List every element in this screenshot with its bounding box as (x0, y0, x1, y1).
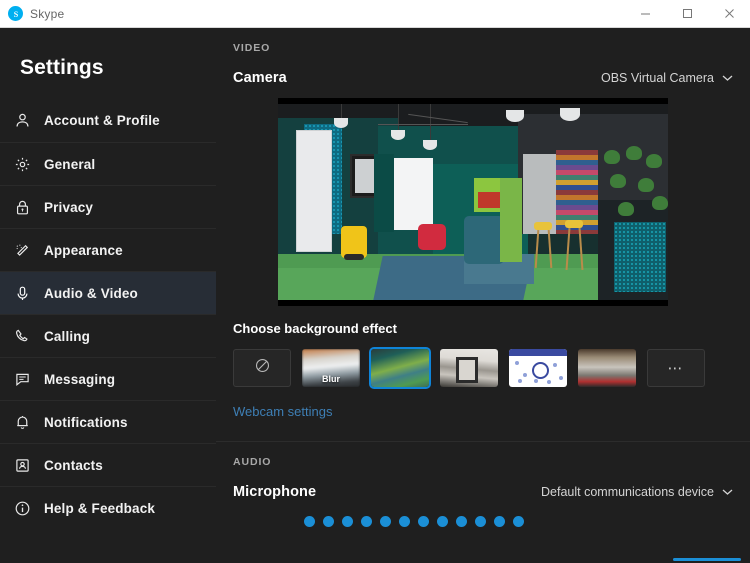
background-effect-more-button[interactable]: ⋯ (647, 349, 705, 387)
chevron-down-icon (722, 74, 733, 82)
camera-dropdown-value: OBS Virtual Camera (600, 71, 714, 85)
webcam-settings-link[interactable]: Webcam settings (216, 404, 750, 419)
mic-level-dot (494, 516, 505, 527)
video-section-label: VIDEO (233, 42, 271, 54)
microphone-dropdown[interactable]: Default communications device (541, 485, 733, 499)
mic-level-dot (323, 516, 334, 527)
background-effect-office[interactable] (371, 349, 429, 387)
volume-slider-track[interactable] (673, 558, 741, 561)
mic-level-dot (418, 516, 429, 527)
sidebar-item-label: Help & Feedback (44, 500, 156, 516)
sidebar-item-messaging[interactable]: Messaging (0, 357, 216, 400)
background-effect-snow[interactable] (509, 349, 567, 387)
sidebar-item-calling[interactable]: Calling (0, 314, 216, 357)
contact-card-icon (14, 457, 44, 474)
sidebar-item-privacy[interactable]: Privacy (0, 185, 216, 228)
person-icon (14, 112, 44, 129)
info-circle-icon (14, 500, 44, 517)
camera-label: Camera (233, 70, 287, 86)
mic-level-dot (475, 516, 486, 527)
chevron-down-icon (722, 488, 733, 496)
title-bar: S Skype (0, 0, 750, 28)
maximize-icon (682, 9, 692, 18)
sidebar-item-appearance[interactable]: Appearance (0, 228, 216, 271)
mic-level-dot (456, 516, 467, 527)
sidebar-item-label: Audio & Video (44, 285, 138, 301)
mic-level-dot (513, 516, 524, 527)
background-effect-blur-label: Blur (322, 374, 340, 384)
sidebar-item-label: Privacy (44, 199, 94, 215)
microphone-icon (14, 285, 44, 302)
background-effect-white-room[interactable] (440, 349, 498, 387)
settings-nav: Account & Profile General Privacy Appear… (0, 99, 216, 529)
sidebar-item-general[interactable]: General (0, 142, 216, 185)
no-effect-icon (254, 357, 271, 379)
sidebar-item-label: Account & Profile (44, 113, 160, 128)
background-effect-blur[interactable]: Blur (302, 349, 360, 387)
gear-icon (14, 156, 44, 173)
camera-preview-image (278, 104, 668, 300)
sidebar-item-label: General (44, 156, 96, 172)
sidebar-item-label: Calling (44, 328, 91, 344)
bell-icon (14, 414, 44, 431)
mic-level-dot (304, 516, 315, 527)
magic-wand-icon (14, 242, 44, 259)
sidebar-item-label: Appearance (44, 242, 123, 258)
audio-video-settings-panel: VIDEO Camera OBS Virtual Camera Choose b… (216, 28, 750, 563)
microphone-row: Microphone Default communications device (216, 484, 750, 500)
mic-level-dot (399, 516, 410, 527)
close-icon (724, 9, 734, 18)
sidebar-item-label: Contacts (44, 457, 103, 473)
more-dots-icon: ⋯ (667, 360, 685, 377)
window-title: Skype (30, 6, 65, 21)
settings-sidebar: Settings Account & Profile General Priva… (0, 28, 216, 563)
sidebar-item-contacts[interactable]: Contacts (0, 443, 216, 486)
chat-bubble-icon (14, 371, 44, 388)
microphone-level-meter (216, 516, 750, 527)
svg-text:S: S (13, 10, 18, 19)
sidebar-item-audio-video[interactable]: Audio & Video (0, 271, 216, 314)
microphone-label: Microphone (233, 484, 317, 500)
mic-level-dot (342, 516, 353, 527)
camera-row: Camera OBS Virtual Camera (216, 70, 750, 86)
mic-level-dot (361, 516, 372, 527)
sidebar-item-notifications[interactable]: Notifications (0, 400, 216, 443)
camera-preview (278, 98, 668, 306)
skype-logo-icon: S (8, 6, 23, 21)
sidebar-item-help-feedback[interactable]: Help & Feedback (0, 486, 216, 529)
sidebar-item-account-profile[interactable]: Account & Profile (0, 99, 216, 142)
maximize-button[interactable] (666, 0, 708, 27)
background-effect-cafe[interactable] (578, 349, 636, 387)
minimize-button[interactable] (624, 0, 666, 27)
background-effect-thumbnails: Blur ⋯ (216, 349, 750, 387)
sidebar-item-label: Notifications (44, 414, 128, 430)
microphone-dropdown-value: Default communications device (541, 485, 714, 499)
background-effect-title: Choose background effect (233, 321, 397, 336)
page-title: Settings (20, 56, 104, 79)
audio-section-label: AUDIO (233, 456, 272, 468)
mic-level-dot (437, 516, 448, 527)
sidebar-item-label: Messaging (44, 371, 116, 387)
lock-icon (14, 199, 44, 216)
mic-level-dot (380, 516, 391, 527)
camera-dropdown[interactable]: OBS Virtual Camera (601, 71, 733, 85)
phone-icon (14, 328, 44, 345)
skype-settings-window: S Skype Settings Account & Profile Gener… (0, 0, 750, 563)
background-effect-none[interactable] (233, 349, 291, 387)
close-button[interactable] (708, 0, 750, 27)
minimize-icon (640, 13, 650, 15)
